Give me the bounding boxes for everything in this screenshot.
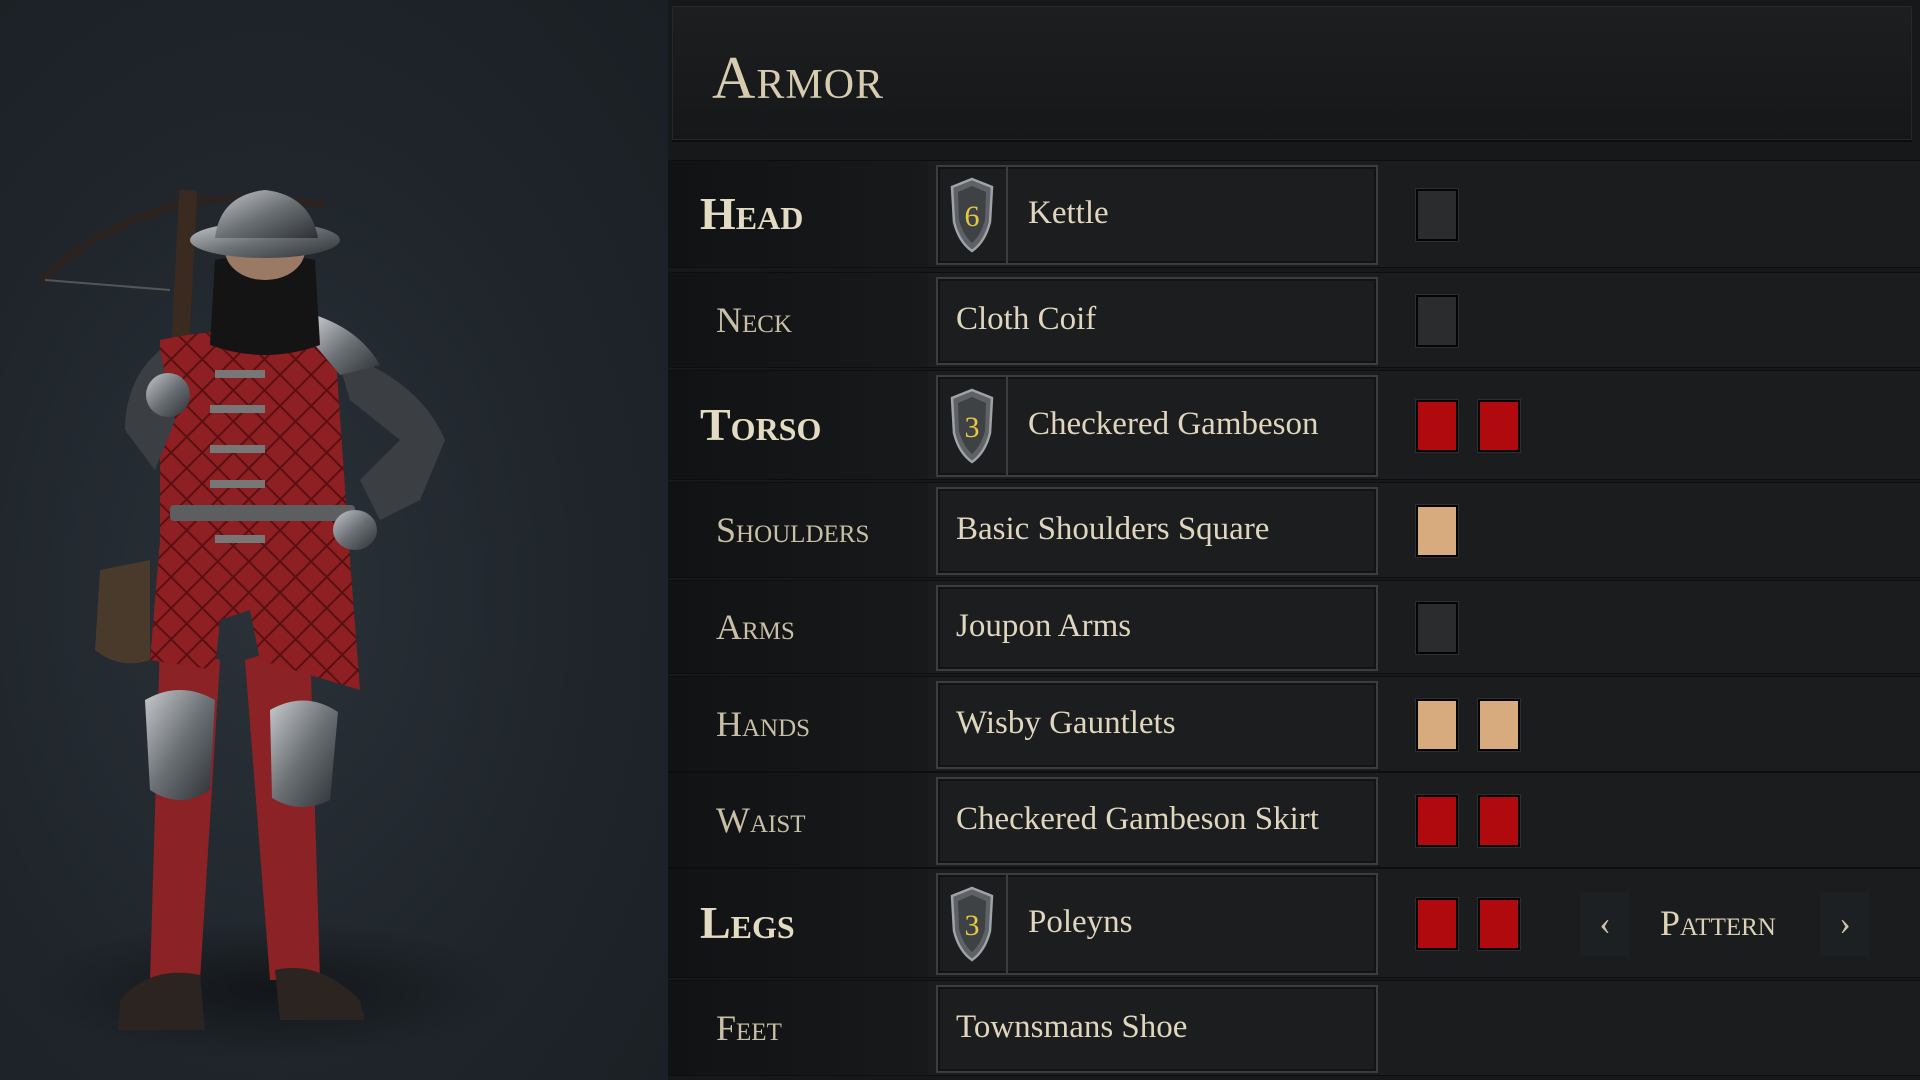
- pattern-prev-button[interactable]: ‹: [1580, 892, 1630, 956]
- color-swatch-1[interactable]: [1416, 602, 1458, 654]
- item-name: Checkered Gambeson Skirt: [956, 801, 1319, 837]
- armor-panel: Armor Head 6 Kettle Neck Cloth Coif Torso 3 Che…: [668, 0, 1920, 1080]
- crossbowman-figure: [30, 189, 510, 1060]
- tier-shield-icon: 3: [938, 875, 1008, 973]
- chevron-left-icon: ‹: [1599, 905, 1611, 942]
- row-label-background: [668, 981, 928, 1075]
- slot-label: Torso: [700, 399, 822, 450]
- item-name: Townsmans Shoe: [956, 1009, 1188, 1045]
- slot-label: Neck: [716, 300, 792, 340]
- armor-row-shoulders: Shoulders Basic Shoulders Square: [668, 482, 1920, 578]
- item-selector-shoulders[interactable]: Basic Shoulders Square: [936, 487, 1378, 575]
- color-swatch-1[interactable]: [1416, 505, 1458, 557]
- character-preview[interactable]: [0, 0, 668, 1080]
- panel-header: Armor: [672, 6, 1912, 142]
- color-swatch-1[interactable]: [1416, 898, 1458, 950]
- slot-label: Arms: [716, 607, 795, 647]
- color-swatch-2[interactable]: [1478, 898, 1520, 950]
- armor-row-waist: Waist Checkered Gambeson Skirt: [668, 772, 1920, 868]
- tier-shield-icon: 6: [938, 167, 1008, 263]
- chevron-right-icon: ›: [1839, 905, 1851, 942]
- item-name: Checkered Gambeson: [1028, 406, 1319, 442]
- color-swatch-1[interactable]: [1416, 295, 1458, 347]
- armor-row-feet: Feet Townsmans Shoe: [668, 980, 1920, 1076]
- color-swatch-1[interactable]: [1416, 795, 1458, 847]
- color-swatch-1[interactable]: [1416, 699, 1458, 751]
- pattern-selector: ‹ Pattern ›: [1580, 892, 1870, 956]
- slot-label: Feet: [716, 1008, 782, 1048]
- item-selector-legs[interactable]: 3 Poleyns: [936, 873, 1378, 975]
- armor-row-legs: Legs 3 Poleyns ‹ Pattern ›: [668, 868, 1920, 978]
- item-selector-hands[interactable]: Wisby Gauntlets: [936, 681, 1378, 769]
- slot-label: Shoulders: [716, 510, 870, 550]
- item-selector-feet[interactable]: Townsmans Shoe: [936, 985, 1378, 1073]
- slot-label: Legs: [700, 897, 795, 948]
- item-selector-neck[interactable]: Cloth Coif: [936, 277, 1378, 365]
- slot-label: Waist: [716, 800, 806, 840]
- pattern-next-button[interactable]: ›: [1820, 892, 1870, 956]
- armor-row-torso: Torso 3 Checkered Gambeson: [668, 370, 1920, 480]
- row-label-background: [668, 581, 928, 673]
- tier-shield-icon: 3: [938, 377, 1008, 475]
- color-swatch-2[interactable]: [1478, 699, 1520, 751]
- row-label-background: [668, 273, 928, 367]
- svg-text:3: 3: [965, 909, 980, 942]
- item-name: Joupon Arms: [956, 608, 1132, 644]
- item-selector-waist[interactable]: Checkered Gambeson Skirt: [936, 777, 1378, 865]
- svg-text:3: 3: [965, 411, 980, 444]
- item-name: Cloth Coif: [956, 301, 1097, 337]
- svg-text:6: 6: [965, 200, 980, 233]
- color-swatch-2[interactable]: [1478, 400, 1520, 452]
- item-selector-head[interactable]: 6 Kettle: [936, 165, 1378, 265]
- loadout-screen: Armor Head 6 Kettle Neck Cloth Coif Torso 3 Che…: [0, 0, 1920, 1080]
- armor-row-neck: Neck Cloth Coif: [668, 272, 1920, 368]
- armor-row-head: Head 6 Kettle: [668, 160, 1920, 268]
- slot-label: Hands: [716, 704, 811, 744]
- slot-label: Head: [700, 188, 804, 239]
- item-name: Basic Shoulders Square: [956, 511, 1270, 547]
- item-selector-arms[interactable]: Joupon Arms: [936, 585, 1378, 671]
- item-name: Wisby Gauntlets: [956, 705, 1176, 741]
- item-name: Poleyns: [1028, 904, 1133, 940]
- color-swatch-1[interactable]: [1416, 189, 1458, 241]
- color-swatch-2[interactable]: [1478, 795, 1520, 847]
- color-swatch-1[interactable]: [1416, 400, 1458, 452]
- panel-title: Armor: [712, 45, 885, 111]
- armor-row-hands: Hands Wisby Gauntlets: [668, 676, 1920, 772]
- item-selector-torso[interactable]: 3 Checkered Gambeson: [936, 375, 1378, 477]
- pattern-label: Pattern: [1660, 903, 1776, 943]
- armor-row-arms: Arms Joupon Arms: [668, 580, 1920, 674]
- item-name: Kettle: [1028, 195, 1109, 231]
